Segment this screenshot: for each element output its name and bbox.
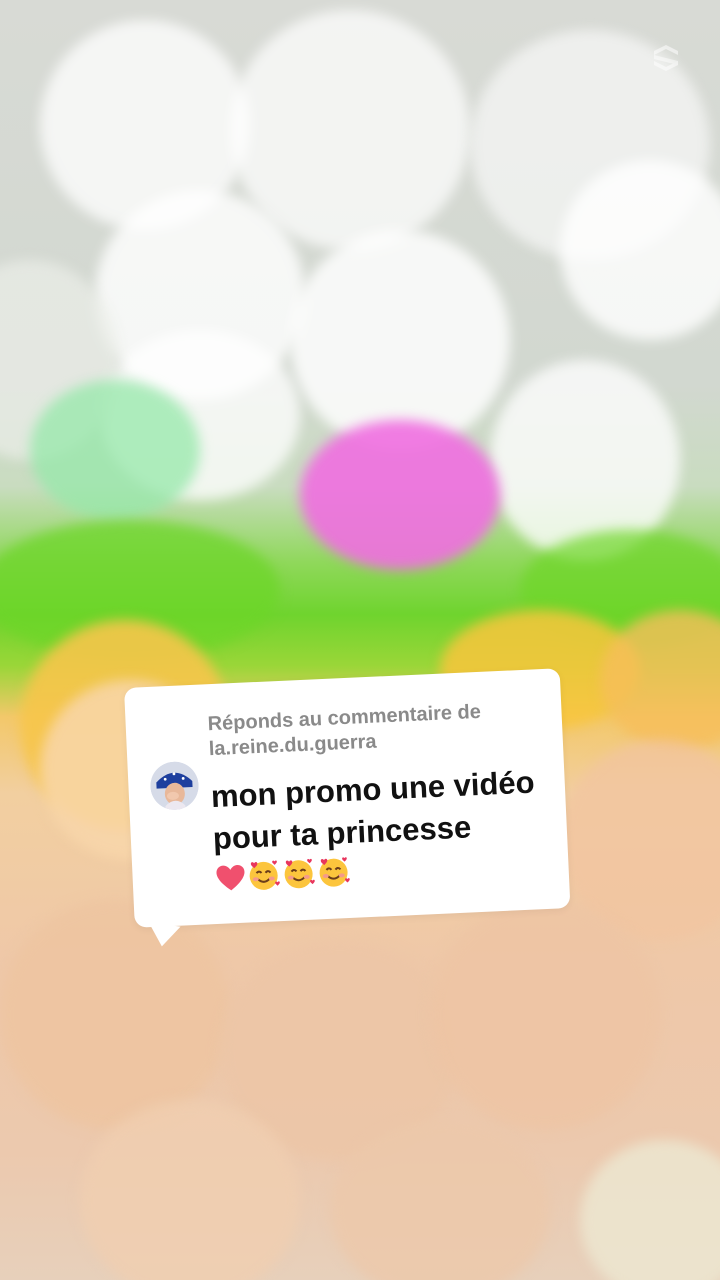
smiling-face-with-hearts-icon (246, 857, 282, 903)
smiling-face-with-hearts-icon (316, 854, 352, 900)
comment-username[interactable]: la.reine.du.guerra (208, 731, 377, 761)
video-screen[interactable]: Réponds au commentaire de la.reine.du.gu… (0, 0, 720, 1280)
bokeh-green (30, 380, 200, 520)
heart-icon (215, 861, 247, 904)
comment-text: mon promo une vidéo pour ta princesse (210, 761, 556, 906)
reply-prefix: Réponds au commentaire de (207, 700, 482, 736)
bokeh-peach (430, 900, 660, 1130)
bokeh-light (490, 360, 680, 560)
user-avatar[interactable] (149, 760, 200, 811)
bokeh-magenta (300, 420, 500, 570)
bokeh-peach (0, 900, 230, 1130)
comment-message: mon promo une vidéo pour ta princesse (210, 764, 536, 857)
bokeh-light (290, 230, 510, 450)
emoji-row (214, 854, 352, 905)
reply-comment-bubble[interactable]: Réponds au commentaire de la.reine.du.gu… (124, 668, 571, 949)
smiling-face-with-hearts-icon (281, 856, 317, 902)
capcut-logo-icon (650, 42, 682, 74)
bubble-tail (145, 922, 181, 949)
reply-header: Réponds au commentaire de la.reine.du.gu… (207, 697, 549, 762)
bokeh-background (0, 0, 720, 1280)
